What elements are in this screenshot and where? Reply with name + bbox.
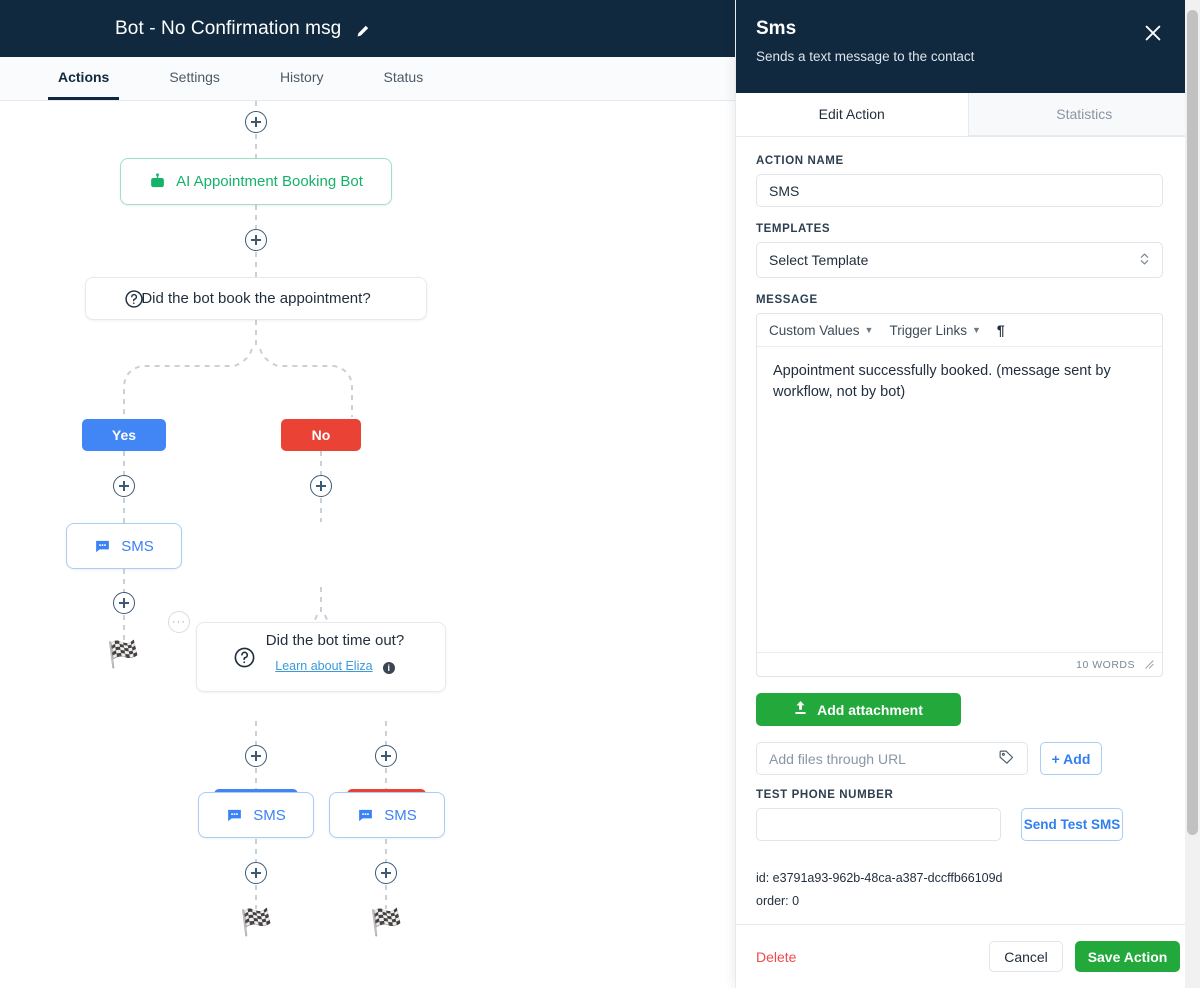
sms-icon [357,807,374,824]
chevron-down-icon: ▼ [864,325,874,335]
sms-icon [226,807,243,824]
end-flag-icon: 🏁 [107,639,140,669]
add-step-button[interactable] [375,745,397,767]
test-phone-row: TEST PHONE NUMBER Send Test SMS [756,789,1180,841]
node-label: SMS [384,806,417,824]
sms-icon [94,538,111,555]
node-sms-yes-branch[interactable]: SMS [198,792,314,838]
tab-settings[interactable]: Settings [159,57,230,100]
panel-subtitle: Sends a text message to the contact [756,49,975,64]
node-ai-appointment-booking-bot[interactable]: AI Appointment Booking Bot [120,158,392,205]
node-sms-selected[interactable]: SMS [66,523,182,569]
message-textarea[interactable]: Appointment successfully booked. (messag… [757,347,1162,652]
add-step-button[interactable] [113,475,135,497]
learn-about-eliza-link[interactable]: Learn about Eliza [275,659,372,673]
workflow-topbar: Bot - No Confirmation msg [0,0,740,57]
action-name-input[interactable]: SMS [756,174,1163,207]
upload-icon [794,701,807,718]
action-meta: id: e3791a93-962b-48ca-a387-dccffb66109d… [736,857,1200,925]
test-phone-input[interactable] [756,808,1001,841]
workflow-builder-app: Bot - No Confirmation msg Actions Settin… [0,0,1200,988]
tag-icon[interactable] [998,749,1015,769]
workflow-title: Bot - No Confirmation msg [115,17,342,39]
trigger-links-label: Trigger Links [889,322,967,338]
add-step-button[interactable] [245,111,267,133]
add-step-button[interactable] [245,862,267,884]
node-label: SMS [121,537,154,555]
test-phone-label: TEST PHONE NUMBER [756,789,894,801]
close-icon[interactable] [1142,22,1164,44]
end-flag-icon: 🏁 [370,907,403,937]
node-label: Did the bot book the appointment? [141,290,371,307]
action-name-label: ACTION NAME [756,155,844,167]
action-order: order: 0 [756,894,800,909]
message-label: MESSAGE [756,294,818,306]
question-icon [233,646,256,669]
attachment-url-placeholder: Add files through URL [769,750,906,767]
templates-label: TEMPLATES [756,223,831,235]
trigger-links-dropdown[interactable]: Trigger Links ▼ [889,323,980,338]
custom-values-dropdown[interactable]: Custom Values ▼ [769,323,873,338]
robot-icon [149,173,166,190]
template-select[interactable]: Select Template [756,242,1163,278]
add-step-button[interactable] [245,745,267,767]
page-scrollbar-track[interactable] [1185,0,1200,988]
editor-toolbar: Custom Values ▼ Trigger Links ▼ ¶ [757,314,1162,347]
edit-title-pencil-icon[interactable] [355,23,371,39]
node-condition-timeout[interactable]: Did the bot time out? Learn about Eliza … [196,622,446,692]
node-label: AI Appointment Booking Bot [176,173,363,190]
save-action-button[interactable]: Save Action [1075,941,1180,972]
panel-title: Sms [756,18,797,39]
delete-button[interactable]: Delete [756,949,796,965]
workflow-canvas[interactable]: AI Appointment Booking Bot Did the bot b… [0,101,740,988]
panel-header: Sms Sends a text message to the contact [736,0,1200,93]
node-label: SMS [253,806,286,824]
question-icon [124,289,144,309]
panel-tabs: Edit Action Statistics [736,93,1200,137]
node-label: Did the bot time out? [265,632,405,649]
tab-statistics[interactable]: Statistics [967,93,1200,136]
message-editor: Custom Values ▼ Trigger Links ▼ ¶ Appoin… [756,313,1163,677]
custom-values-label: Custom Values [769,322,860,338]
workflow-tabs: Actions Settings History Status [0,57,740,101]
chevron-down-icon: ▼ [972,325,981,335]
add-step-button[interactable] [310,475,332,497]
add-attachment-label: Add attachment [817,701,923,718]
paragraph-mark-icon[interactable]: ¶ [997,322,1005,338]
action-id: id: e3791a93-962b-48ca-a387-dccffb66109d [756,870,1003,885]
node-options-menu-button[interactable]: ··· [168,611,190,633]
cancel-button[interactable]: Cancel [989,941,1063,972]
info-icon[interactable]: i [382,662,395,674]
branch-badge-no[interactable]: No [281,419,361,451]
add-step-button[interactable] [375,862,397,884]
resize-grip-icon[interactable] [1143,658,1154,672]
page-scrollbar-thumb[interactable] [1187,10,1198,835]
editor-footer: 10 WORDS [757,652,1162,676]
node-sms-no-branch[interactable]: SMS [329,792,445,838]
tab-edit-action[interactable]: Edit Action [736,93,968,136]
canvas-inner: AI Appointment Booking Bot Did the bot b… [0,101,740,988]
tab-history[interactable]: History [270,57,334,100]
chevron-updown-icon [1139,251,1150,270]
template-select-value: Select Template [769,252,869,268]
node-condition-booked[interactable]: Did the bot book the appointment? [85,277,427,320]
panel-body: ACTION NAME SMS TEMPLATES Select Templat… [736,137,1200,925]
footer-actions: Cancel Save Action [989,941,1180,972]
branch-badge-yes[interactable]: Yes [82,419,166,451]
add-attachment-button[interactable]: Add attachment [756,693,961,726]
attachment-url-row: Add files through URL + Add [756,742,1180,775]
add-step-button[interactable] [113,592,135,614]
add-step-button[interactable] [245,229,267,251]
action-settings-panel: Sms Sends a text message to the contact … [735,0,1200,988]
add-url-button[interactable]: + Add [1040,742,1102,775]
tab-status[interactable]: Status [374,57,434,100]
panel-footer: Delete Cancel Save Action [736,925,1200,988]
attachment-url-input[interactable]: Add files through URL [756,742,1028,775]
word-count: 10 WORDS [1076,658,1135,671]
send-test-sms-button[interactable]: Send Test SMS [1021,808,1123,841]
tab-actions[interactable]: Actions [48,57,120,100]
end-flag-icon: 🏁 [240,907,273,937]
